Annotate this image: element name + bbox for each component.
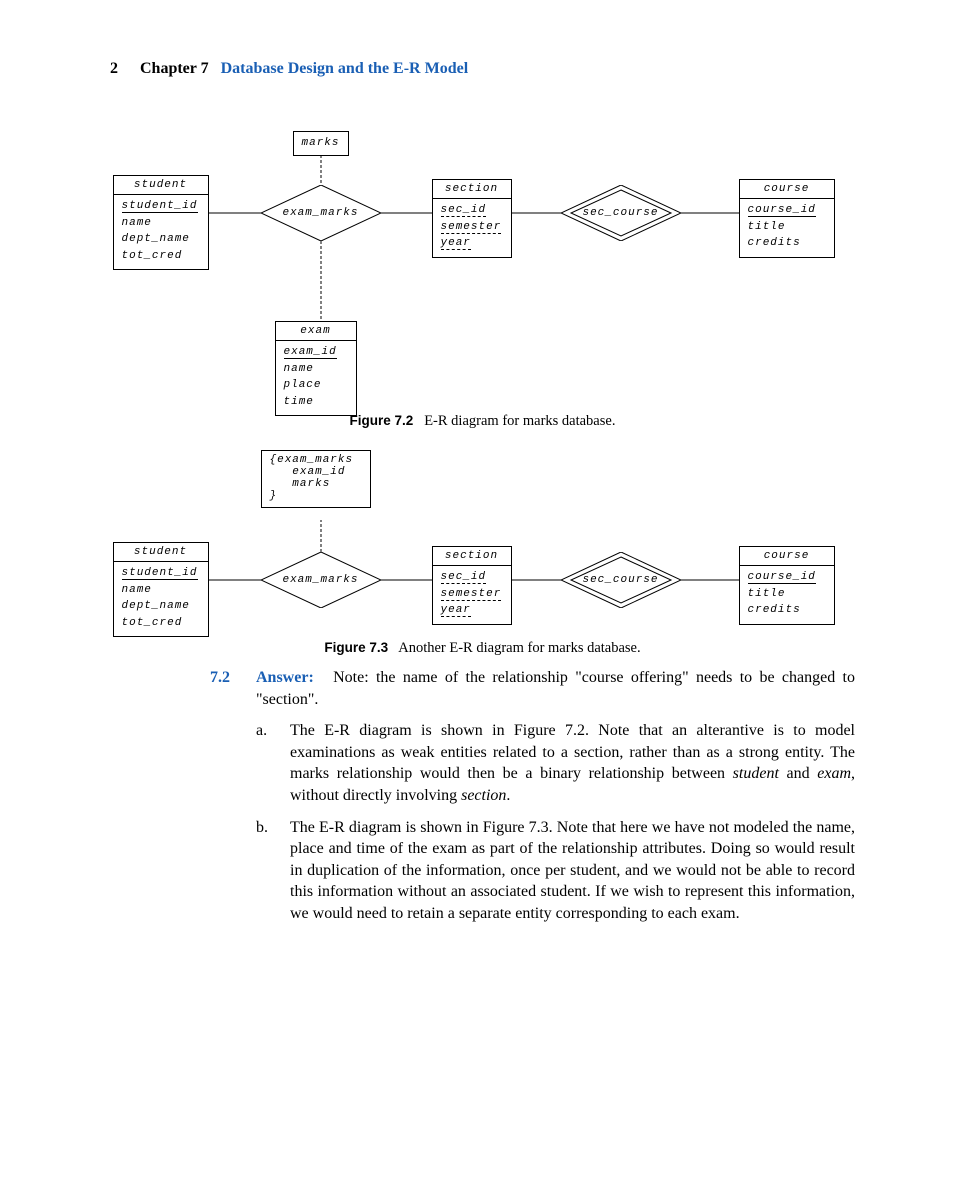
answer-label: Answer: xyxy=(256,669,314,686)
course-attr-0: course_id xyxy=(748,205,816,217)
entity-section: section sec_id semester year xyxy=(432,179,512,258)
course2-attr-2: credits xyxy=(748,602,826,619)
student2-attr-3: tot_cred xyxy=(122,615,200,632)
rel-exam-marks: exam_marks xyxy=(261,186,381,240)
answer-lead-text: Note: the name of the relationship "cour… xyxy=(256,669,855,708)
entity-student-title: student xyxy=(114,176,208,195)
answer-b-text: The E-R diagram is shown in Figure 7.3. … xyxy=(290,817,855,925)
er-diagram-7-3: {exam_marks exam_id marks } student stud… xyxy=(113,450,853,640)
student-attr-3: tot_cred xyxy=(122,248,200,265)
student2-attr-0: student_id xyxy=(122,568,198,580)
answer-block: 7.2 Answer: Note: the name of the relati… xyxy=(210,667,855,925)
figure-7-3-caption: Figure 7.3 Another E-R diagram for marks… xyxy=(110,640,855,657)
exam-attr-2: place xyxy=(284,377,348,394)
rel-sec-course: sec_course xyxy=(561,186,681,240)
rel-sec-course-label: sec_course xyxy=(582,207,658,219)
entity-student-2: student student_id name dept_name tot_cr… xyxy=(113,542,209,637)
section2-attr-2: year xyxy=(441,605,471,617)
chapter-label: Chapter 7 xyxy=(140,60,209,77)
figure-7-2-caption: Figure 7.2 E-R diagram for marks databas… xyxy=(110,413,855,430)
entity-exam-title: exam xyxy=(276,322,356,341)
answer-b-letter: b. xyxy=(256,817,290,925)
page-number: 2 xyxy=(110,60,118,77)
figure-7-3-text: Another E-R diagram for marks database. xyxy=(398,640,640,656)
er-diagram-7-2: marks student student_id name dept_name … xyxy=(113,113,853,413)
rel-sec-course-2: sec_course xyxy=(561,553,681,607)
chapter-title: Database Design and the E-R Model xyxy=(221,60,469,77)
entity-course-2: course course_id title credits xyxy=(739,546,835,625)
entity-course: course course_id title credits xyxy=(739,179,835,258)
entity-section-title: section xyxy=(433,180,511,199)
student-attr-2: dept_name xyxy=(122,231,200,248)
rel-sec-course-2-label: sec_course xyxy=(582,574,658,586)
figure-7-2-text: E-R diagram for marks database. xyxy=(424,413,615,429)
section-attr-1: semester xyxy=(441,222,502,234)
figure-7-2-num: Figure 7.2 xyxy=(350,413,414,428)
entity-student: student student_id name dept_name tot_cr… xyxy=(113,175,209,270)
exam-attr-3: time xyxy=(284,394,348,411)
student-attr-1: name xyxy=(122,215,200,232)
course2-attr-1: title xyxy=(748,586,826,603)
section-attr-0: sec_id xyxy=(441,205,487,217)
answer-number: 7.2 xyxy=(210,667,256,710)
rel-exam-marks-label: exam_marks xyxy=(282,207,358,219)
course2-attr-0: course_id xyxy=(748,572,816,584)
course-attr-1: title xyxy=(748,219,826,236)
exam-attr-1: name xyxy=(284,361,348,378)
exam-marks-attr-box: {exam_marks exam_id marks } xyxy=(261,450,371,508)
marks-attr-title: marks xyxy=(302,135,340,152)
section2-attr-0: sec_id xyxy=(441,572,487,584)
marks-attr-box: marks xyxy=(293,131,349,156)
entity-exam: exam exam_id name place time xyxy=(275,321,357,416)
student2-attr-2: dept_name xyxy=(122,598,200,615)
exam-marks-attr-body: {exam_marks exam_id marks } xyxy=(262,451,370,507)
section-attr-2: year xyxy=(441,238,471,250)
answer-a-text: The E-R diagram is shown in Figure 7.2. … xyxy=(290,720,855,806)
entity-section-2: section sec_id semester year xyxy=(432,546,512,625)
answer-a-letter: a. xyxy=(256,720,290,806)
student2-attr-1: name xyxy=(122,582,200,599)
figure-7-3-num: Figure 7.3 xyxy=(324,640,388,655)
entity-section-2-title: section xyxy=(433,547,511,566)
section2-attr-1: semester xyxy=(441,589,502,601)
entity-student-2-title: student xyxy=(114,543,208,562)
running-header: 2 Chapter 7 Database Design and the E-R … xyxy=(110,60,855,78)
entity-course-2-title: course xyxy=(740,547,834,566)
rel-exam-marks-2-label: exam_marks xyxy=(282,574,358,586)
student-attr-0: student_id xyxy=(122,201,198,213)
rel-exam-marks-2: exam_marks xyxy=(261,553,381,607)
exam-attr-0: exam_id xyxy=(284,347,337,359)
course-attr-2: credits xyxy=(748,235,826,252)
entity-course-title: course xyxy=(740,180,834,199)
